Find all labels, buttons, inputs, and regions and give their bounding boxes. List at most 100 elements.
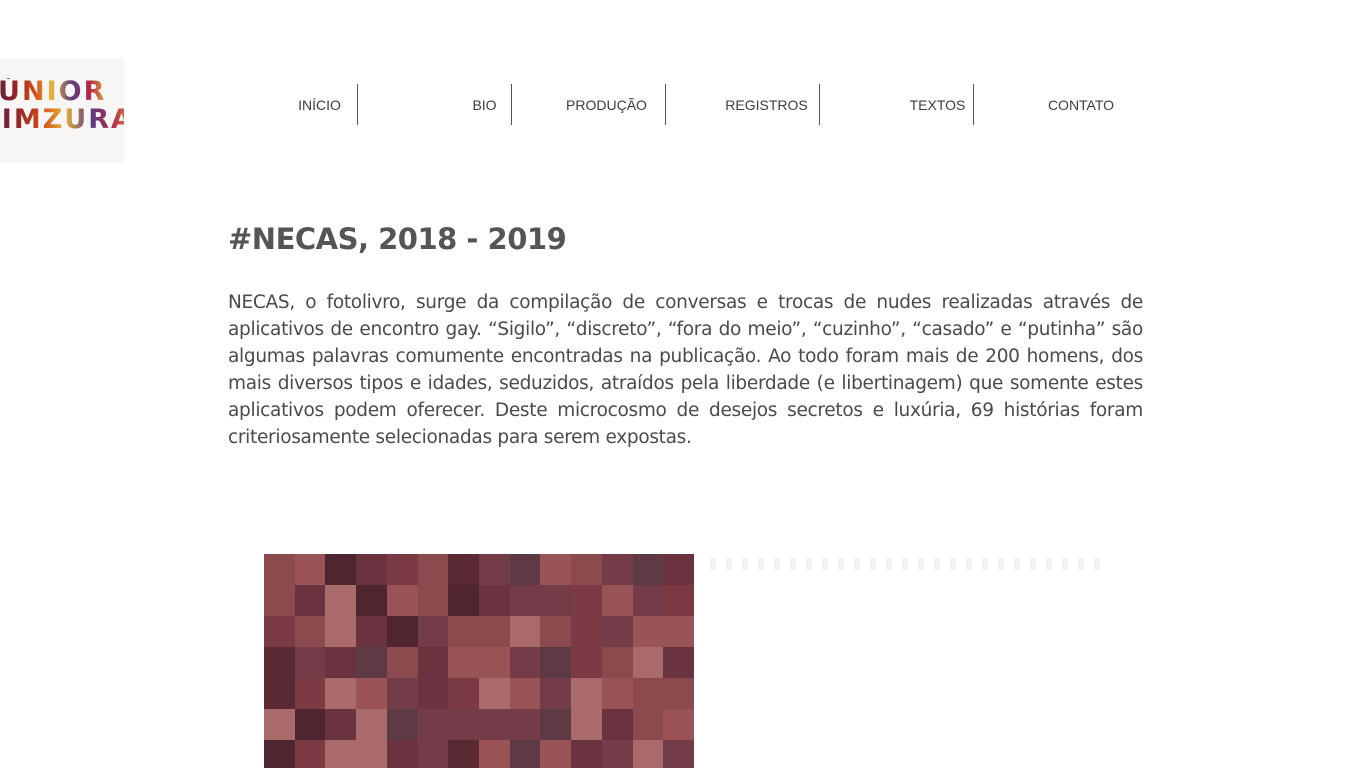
photo-tile (632, 678, 664, 709)
photo-tile (448, 709, 479, 740)
photo-tile (478, 585, 510, 616)
page-title: #NECAS, 2018 - 2019 (228, 222, 567, 256)
photo-tile (386, 740, 418, 768)
nav-item-label: TEXTOS (909, 96, 966, 113)
photo-tile (264, 554, 295, 585)
photo-tile (264, 740, 295, 768)
photo-tile (509, 616, 541, 647)
photo-tile (417, 616, 449, 647)
photo-tile (571, 740, 602, 768)
photo-tile (571, 554, 602, 585)
photo-tile (325, 678, 357, 709)
photo-tile (417, 709, 449, 740)
photo-tile (540, 616, 572, 647)
photo-tile (663, 585, 694, 616)
photo-tile (571, 678, 602, 709)
nav-item-producao[interactable]: PRODUÇÃO (512, 84, 666, 125)
photo-tile (601, 740, 633, 768)
photo-tile (663, 616, 694, 647)
photo-tile (325, 616, 357, 647)
photo-tile (663, 740, 694, 768)
photo-tile (509, 647, 541, 678)
photo-tile (356, 585, 387, 616)
photo-tile (448, 740, 479, 768)
photo-tile (386, 647, 418, 678)
photo-tile (356, 678, 387, 709)
photo-tile (601, 554, 633, 585)
photo-tile (663, 709, 694, 740)
photo-tile (632, 647, 664, 678)
photo-tile (294, 678, 326, 709)
photo-tile (571, 585, 602, 616)
photo-tile (386, 585, 418, 616)
photo-tile (294, 585, 326, 616)
photo-tile (448, 616, 479, 647)
photo-tile (663, 678, 694, 709)
nav-item-label: INÍCIO (298, 96, 341, 113)
photo-tile (540, 585, 572, 616)
nav-item-contato[interactable]: CONTATO (974, 84, 1128, 125)
photo-tile (601, 585, 633, 616)
photo-tile (509, 554, 541, 585)
nav-item-textos[interactable]: TEXTOS (820, 84, 974, 125)
photo-tile (540, 647, 572, 678)
nav-item-registros[interactable]: REGISTROS (666, 84, 820, 125)
photo-tile (264, 616, 295, 647)
photo-tile (540, 554, 572, 585)
photo-tile (448, 585, 479, 616)
nav-item-bio[interactable]: BIO (358, 84, 512, 125)
photo-tile (478, 647, 510, 678)
photo-tile (540, 740, 572, 768)
photo-tile (448, 554, 479, 585)
photo-tile (478, 678, 510, 709)
photo-tile (478, 740, 510, 768)
photo-tile (325, 709, 357, 740)
photo-tile (356, 709, 387, 740)
photo-tile (632, 709, 664, 740)
page: JÚNIOR PIMZURA INÍCIO BIO PRODUÇÃO REGIS… (0, 0, 1366, 768)
photo-tile (601, 647, 633, 678)
site-logo[interactable]: JÚNIOR PIMZURA (0, 58, 124, 162)
photo-tile (571, 616, 602, 647)
photo-tile (478, 616, 510, 647)
photo-tile (509, 585, 541, 616)
nav-item-label: PRODUÇÃO (566, 96, 647, 113)
photo-tile (571, 709, 602, 740)
photo-tile (601, 709, 633, 740)
nav-item-label: REGISTROS (725, 96, 808, 113)
nav-item-label: BIO (472, 96, 497, 113)
photo-tile (386, 616, 418, 647)
photo-tile (294, 616, 326, 647)
photo-tile (386, 678, 418, 709)
photo-tile (509, 740, 541, 768)
nav-item-inicio[interactable]: INÍCIO (204, 84, 358, 125)
photo-tile (448, 678, 479, 709)
pixelated-photo[interactable] (264, 554, 694, 768)
photo-tile (356, 616, 387, 647)
photo-tile (663, 647, 694, 678)
project-description: NECAS, o fotolivro, surge da compilação … (228, 292, 1143, 448)
photo-tile (632, 554, 664, 585)
photo-tile (356, 554, 387, 585)
photo-tile (386, 554, 418, 585)
photo-tile (540, 678, 572, 709)
photo-tile (632, 585, 664, 616)
logo-line-1: JÚNIOR (0, 78, 106, 106)
photo-tile (663, 554, 694, 585)
photo-tile (448, 647, 479, 678)
photo-tile (417, 740, 449, 768)
photo-tile (601, 616, 633, 647)
photo-tile (478, 554, 510, 585)
photo-tile (294, 709, 326, 740)
photo-tile (325, 740, 357, 768)
main-nav: INÍCIO BIO PRODUÇÃO REGISTROS TEXTOS CON… (204, 84, 1128, 125)
photo-tile (509, 678, 541, 709)
photo-tile (325, 585, 357, 616)
photo-tile (294, 647, 326, 678)
logo-line-2: PIMZURA (0, 106, 124, 134)
nav-item-label: CONTATO (1047, 96, 1115, 113)
photo-tile (417, 585, 449, 616)
photo-tile (294, 554, 326, 585)
photo-tile (632, 740, 664, 768)
photo-tile (264, 647, 295, 678)
